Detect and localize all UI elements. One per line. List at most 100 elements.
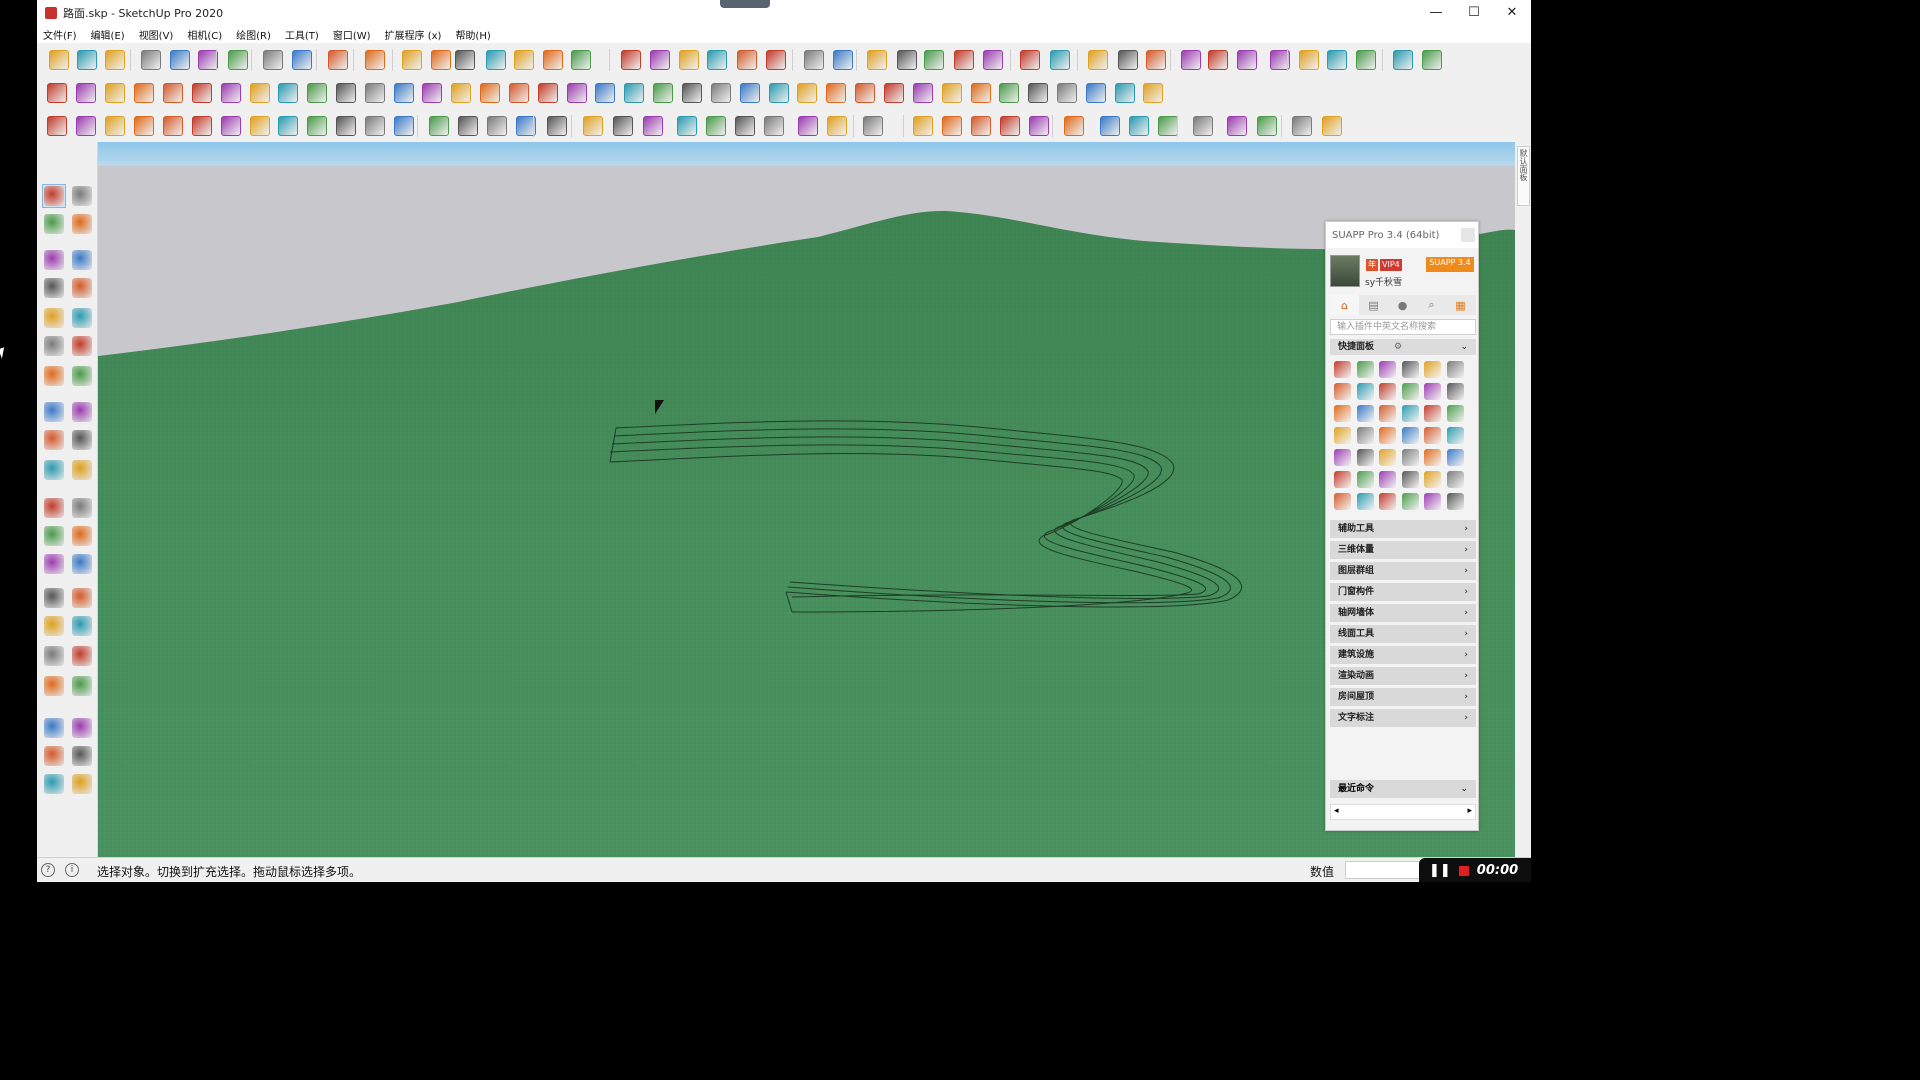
maximize-button[interactable]: ☐: [1455, 0, 1493, 25]
toolbar-tool-icon[interactable]: [486, 50, 506, 70]
toolbar-tool-icon[interactable]: [141, 50, 161, 70]
toolbar-tool-icon[interactable]: [328, 50, 348, 70]
toolbar-tool-icon[interactable]: [451, 83, 471, 103]
toolbar-tool-icon[interactable]: [76, 116, 96, 136]
record-stop-icon[interactable]: [1458, 865, 1469, 876]
drawing-tool-icon[interactable]: [72, 214, 92, 234]
drawing-tool-icon[interactable]: [72, 646, 92, 666]
toolbar-tool-icon[interactable]: [797, 83, 817, 103]
toolbar-tool-icon[interactable]: [571, 50, 591, 70]
drawing-tool-icon[interactable]: [44, 308, 64, 328]
user-icon[interactable]: ●: [1388, 295, 1417, 315]
toolbar-tool-icon[interactable]: [798, 116, 818, 136]
close-button[interactable]: ✕: [1493, 0, 1531, 25]
plugin-tool-icon[interactable]: [1401, 383, 1419, 400]
scroll-left-icon[interactable]: ◂: [1334, 806, 1339, 816]
plugin-tool-icon[interactable]: [1446, 493, 1464, 510]
toolbar-tool-icon[interactable]: [1422, 50, 1442, 70]
toolbar-tool-icon[interactable]: [250, 116, 270, 136]
plugin-tool-icon[interactable]: [1379, 405, 1396, 422]
toolbar-tool-icon[interactable]: [833, 50, 853, 70]
toolbar-tool-icon[interactable]: [170, 50, 190, 70]
search-icon[interactable]: ⌕: [1417, 295, 1446, 315]
plugin-tool-icon[interactable]: [1401, 405, 1419, 422]
drawing-tool-icon[interactable]: [72, 554, 92, 574]
toolbar-tool-icon[interactable]: [983, 50, 1003, 70]
plugin-tool-icon[interactable]: [1356, 427, 1374, 444]
drawing-tool-icon[interactable]: [72, 402, 92, 422]
menu-file[interactable]: 文件(F): [43, 27, 77, 42]
toolbar-tool-icon[interactable]: [402, 50, 422, 70]
drawing-tool-icon[interactable]: [44, 460, 64, 480]
toolbar-tool-icon[interactable]: [1100, 116, 1120, 136]
drawing-tool-icon[interactable]: [44, 186, 64, 206]
toolbar-tool-icon[interactable]: [365, 83, 385, 103]
drawing-tool-icon[interactable]: [44, 430, 64, 450]
plugin-tool-icon[interactable]: [1334, 449, 1351, 466]
toolbar-tool-icon[interactable]: [1208, 50, 1228, 70]
plugin-tool-icon[interactable]: [1424, 449, 1441, 466]
drawing-tool-icon[interactable]: [44, 646, 64, 666]
toolbar-tool-icon[interactable]: [827, 116, 847, 136]
toolbar-tool-icon[interactable]: [1227, 116, 1247, 136]
toolbar-tool-icon[interactable]: [105, 83, 125, 103]
toolbar-tool-icon[interactable]: [884, 83, 904, 103]
plugin-tool-icon[interactable]: [1401, 427, 1419, 444]
toolbar-tool-icon[interactable]: [221, 116, 241, 136]
plugin-tool-icon[interactable]: [1424, 471, 1441, 488]
plugin-tool-icon[interactable]: [1424, 493, 1441, 510]
toolbar-tool-icon[interactable]: [105, 50, 125, 70]
plugin-tool-icon[interactable]: [1334, 471, 1351, 488]
toolbar-tool-icon[interactable]: [336, 83, 356, 103]
toolbar-tool-icon[interactable]: [855, 83, 875, 103]
category-doors-windows[interactable]: 门窗构件 ›: [1330, 583, 1476, 602]
drawing-tool-icon[interactable]: [44, 366, 64, 386]
toolbar-tool-icon[interactable]: [394, 83, 414, 103]
menu-window[interactable]: 窗口(W): [333, 27, 371, 42]
toolbar-tool-icon[interactable]: [804, 50, 824, 70]
plugin-tool-icon[interactable]: [1446, 471, 1464, 488]
toolbar-tool-icon[interactable]: [455, 50, 475, 70]
toolbar-tool-icon[interactable]: [595, 83, 615, 103]
recording-indicator[interactable]: ❚❚ 00:00: [1419, 858, 1531, 882]
toolbar-tool-icon[interactable]: [1020, 50, 1040, 70]
plugin-tool-icon[interactable]: [1446, 405, 1464, 422]
drawing-tool-icon[interactable]: [72, 250, 92, 270]
toolbar-tool-icon[interactable]: [1028, 83, 1048, 103]
toolbar-tool-icon[interactable]: [514, 50, 534, 70]
plugin-tool-icon[interactable]: [1334, 427, 1351, 444]
toolbar-tool-icon[interactable]: [942, 116, 962, 136]
toolbar-tool-icon[interactable]: [458, 116, 478, 136]
category-line-face-tools[interactable]: 线面工具 ›: [1330, 625, 1476, 644]
plugin-tool-icon[interactable]: [1356, 405, 1374, 422]
plugin-tool-icon[interactable]: [1424, 361, 1441, 378]
toolbar-tool-icon[interactable]: [643, 116, 663, 136]
toolbar-tool-icon[interactable]: [431, 50, 451, 70]
toolbar-tool-icon[interactable]: [134, 116, 154, 136]
toolbar-tool-icon[interactable]: [624, 83, 644, 103]
plugin-tool-icon[interactable]: [1446, 383, 1464, 400]
menu-camera[interactable]: 相机(C): [187, 27, 222, 42]
drawing-tool-icon[interactable]: [72, 308, 92, 328]
toolbar-tool-icon[interactable]: [913, 116, 933, 136]
plugin-tool-icon[interactable]: [1334, 383, 1351, 400]
drawing-tool-icon[interactable]: [44, 214, 64, 234]
toolbar-tool-icon[interactable]: [1088, 50, 1108, 70]
toolbar-tool-icon[interactable]: [49, 50, 69, 70]
toolbar-tool-icon[interactable]: [47, 83, 67, 103]
drawing-tool-icon[interactable]: [72, 186, 92, 206]
toolbar-tool-icon[interactable]: [547, 116, 567, 136]
toolbar-tool-icon[interactable]: [76, 83, 96, 103]
menu-help[interactable]: 帮助(H): [455, 27, 490, 42]
category-building-facilities[interactable]: 建筑设施 ›: [1330, 646, 1476, 665]
toolbar-tool-icon[interactable]: [999, 83, 1019, 103]
toolbar-tool-icon[interactable]: [221, 83, 241, 103]
plugin-tool-icon[interactable]: [1424, 383, 1441, 400]
toolbar-tool-icon[interactable]: [1064, 116, 1084, 136]
plugin-tool-icon[interactable]: [1446, 427, 1464, 444]
quick-panel-header[interactable]: 快捷面板 ⚙ ⌄: [1330, 339, 1476, 355]
drawing-tool-icon[interactable]: [44, 718, 64, 738]
grid-icon[interactable]: ▦: [1446, 295, 1475, 315]
plugin-tool-icon[interactable]: [1446, 361, 1464, 378]
drawing-tool-icon[interactable]: [44, 774, 64, 794]
